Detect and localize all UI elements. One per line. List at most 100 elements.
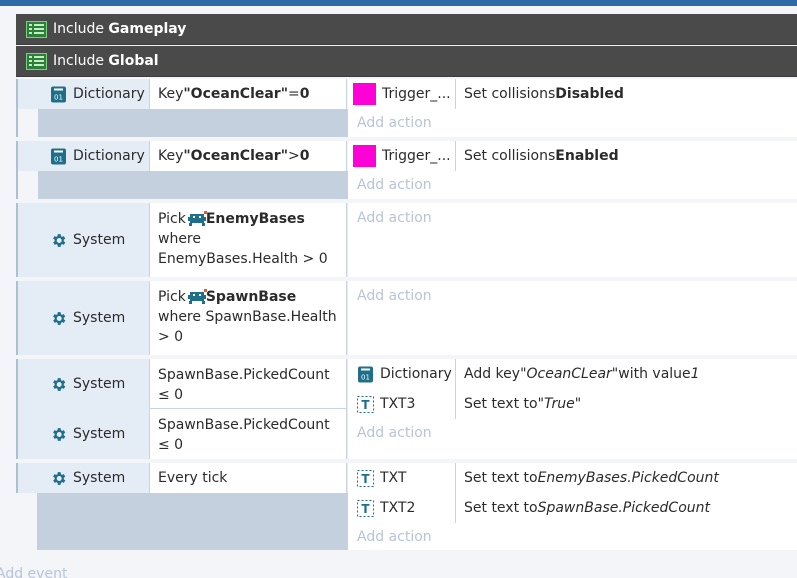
- cond-pre: Key: [158, 148, 184, 164]
- action-text[interactable]: Set text to EnemyBases.PickedCount: [456, 463, 797, 493]
- include-label: Include Gameplay: [53, 21, 187, 37]
- condition-object[interactable]: System: [18, 463, 150, 493]
- object-name: Dictionary: [73, 148, 145, 164]
- gear-icon: [50, 470, 67, 487]
- add-action-label: Add action: [357, 425, 432, 441]
- condition-object[interactable]: System: [18, 359, 150, 409]
- cond-pre: Key: [158, 86, 184, 102]
- cond-val: 0: [299, 148, 310, 164]
- where-clause: where SpawnBase.Health > 0: [158, 309, 337, 345]
- cond-key: "OceanClear": [183, 86, 289, 102]
- svg-text:01: 01: [54, 155, 63, 163]
- text-object-icon: T: [357, 499, 374, 517]
- action-object[interactable]: T TXT2: [348, 493, 456, 523]
- act-val: Enabled: [555, 148, 619, 164]
- add-action-link[interactable]: Add action: [348, 281, 797, 311]
- trigger-sprite-icon: [353, 83, 376, 105]
- object-name: System: [73, 376, 126, 392]
- add-action-link[interactable]: Add action: [348, 109, 797, 137]
- add-action-link[interactable]: Add action: [348, 419, 797, 447]
- pick-label: Pick: [158, 289, 186, 305]
- add-action-link[interactable]: Add action: [348, 171, 797, 199]
- act-val: 1: [690, 366, 700, 382]
- add-action-label: Add action: [357, 177, 432, 193]
- top-accent-bar: [0, 0, 797, 6]
- add-action-label: Add action: [357, 115, 432, 131]
- object-name: TXT2: [380, 500, 416, 516]
- cond-val: 0: [299, 86, 310, 102]
- condition-object[interactable]: 01 Dictionary: [18, 79, 150, 109]
- cond-op: =: [288, 86, 300, 102]
- action-text[interactable]: Add key "OceanCLear" with value 1: [456, 359, 797, 389]
- condition-object[interactable]: System: [18, 281, 150, 355]
- dictionary-icon: 01: [50, 148, 67, 165]
- object-name: System: [73, 470, 126, 486]
- include-row-gameplay[interactable]: Include Gameplay: [16, 14, 797, 45]
- gear-icon: [50, 376, 67, 393]
- add-action-link[interactable]: Add action: [348, 523, 797, 550]
- invader-sprite-icon: [186, 210, 207, 228]
- condition-text[interactable]: Key "OceanClear" = 0: [150, 79, 347, 109]
- condition-text[interactable]: Pick EnemyBases where EnemyBases.Health …: [150, 203, 347, 277]
- act-val: EnemyBases.PickedCount: [537, 470, 719, 486]
- include-sheet-icon: [26, 20, 47, 38]
- action-object[interactable]: T TXT: [348, 463, 456, 493]
- action-text[interactable]: Set collisions Enabled: [456, 141, 797, 171]
- dictionary-icon: 01: [357, 366, 374, 383]
- action-object[interactable]: T TXT3: [348, 389, 456, 419]
- add-event-link[interactable]: Add event: [0, 565, 67, 578]
- object-name: Trigger_...: [382, 86, 451, 102]
- add-action-label: Add action: [357, 210, 432, 226]
- cond-op: >: [288, 148, 300, 164]
- include-row-global[interactable]: Include Global: [16, 46, 797, 77]
- cond-key: "OceanClear": [183, 148, 289, 164]
- act-key: "OceanCLear": [520, 366, 619, 382]
- event-filler: [38, 171, 348, 199]
- add-action-link[interactable]: Add action: [348, 203, 797, 233]
- action-object[interactable]: Trigger_...: [348, 79, 456, 109]
- condition-object[interactable]: 01 Dictionary: [18, 141, 150, 171]
- act-pre: Set text to: [464, 500, 538, 516]
- svg-text:T: T: [361, 472, 370, 486]
- gear-icon: [50, 232, 67, 249]
- event-filler: [37, 493, 348, 550]
- act-val: "True": [537, 396, 582, 412]
- action-text[interactable]: Set text to "True": [456, 389, 797, 419]
- condition-text[interactable]: Pick SpawnBase where SpawnBase.Health > …: [150, 281, 347, 355]
- action-text[interactable]: Set collisions Disabled: [456, 79, 797, 109]
- condition-object[interactable]: System: [18, 409, 150, 459]
- action-empty-area: [348, 311, 797, 355]
- object-name: TXT: [380, 470, 407, 486]
- trigger-sprite-icon: [353, 145, 376, 167]
- pick-object: SpawnBase: [205, 289, 297, 305]
- act-pre: Set text to: [464, 470, 538, 486]
- action-text[interactable]: Set text to SpawnBase.PickedCount: [456, 493, 797, 523]
- object-name: Dictionary: [380, 366, 452, 382]
- pick-object: EnemyBases: [205, 211, 305, 227]
- include-sheet-icon: [26, 52, 47, 70]
- object-name: System: [73, 310, 126, 326]
- condition-text[interactable]: SpawnBase.PickedCount ≤ 0: [150, 409, 347, 459]
- cond-text: Every tick: [158, 470, 228, 486]
- object-name: Dictionary: [73, 86, 145, 102]
- object-name: System: [73, 426, 126, 442]
- act-pre: Set collisions: [464, 148, 556, 164]
- text-object-icon: T: [357, 395, 374, 413]
- svg-text:T: T: [361, 502, 370, 516]
- act-pre: Set collisions: [464, 86, 556, 102]
- svg-text:01: 01: [54, 93, 63, 101]
- condition-text[interactable]: SpawnBase.PickedCount ≤ 0: [150, 359, 347, 409]
- condition-text[interactable]: Key "OceanClear" > 0: [150, 141, 347, 171]
- object-name: Trigger_...: [382, 148, 451, 164]
- act-pre: Add key: [464, 366, 521, 382]
- svg-text:01: 01: [361, 373, 370, 381]
- act-val: Disabled: [555, 86, 624, 102]
- condition-object[interactable]: System: [18, 203, 150, 277]
- act-pre: Set text to: [464, 396, 538, 412]
- condition-text[interactable]: Every tick: [150, 463, 347, 493]
- act-mid: with value: [618, 366, 691, 382]
- action-object[interactable]: Trigger_...: [348, 141, 456, 171]
- invader-sprite-icon: [186, 288, 207, 306]
- action-object[interactable]: 01 Dictionary: [348, 359, 456, 389]
- include-label: Include Global: [53, 53, 159, 69]
